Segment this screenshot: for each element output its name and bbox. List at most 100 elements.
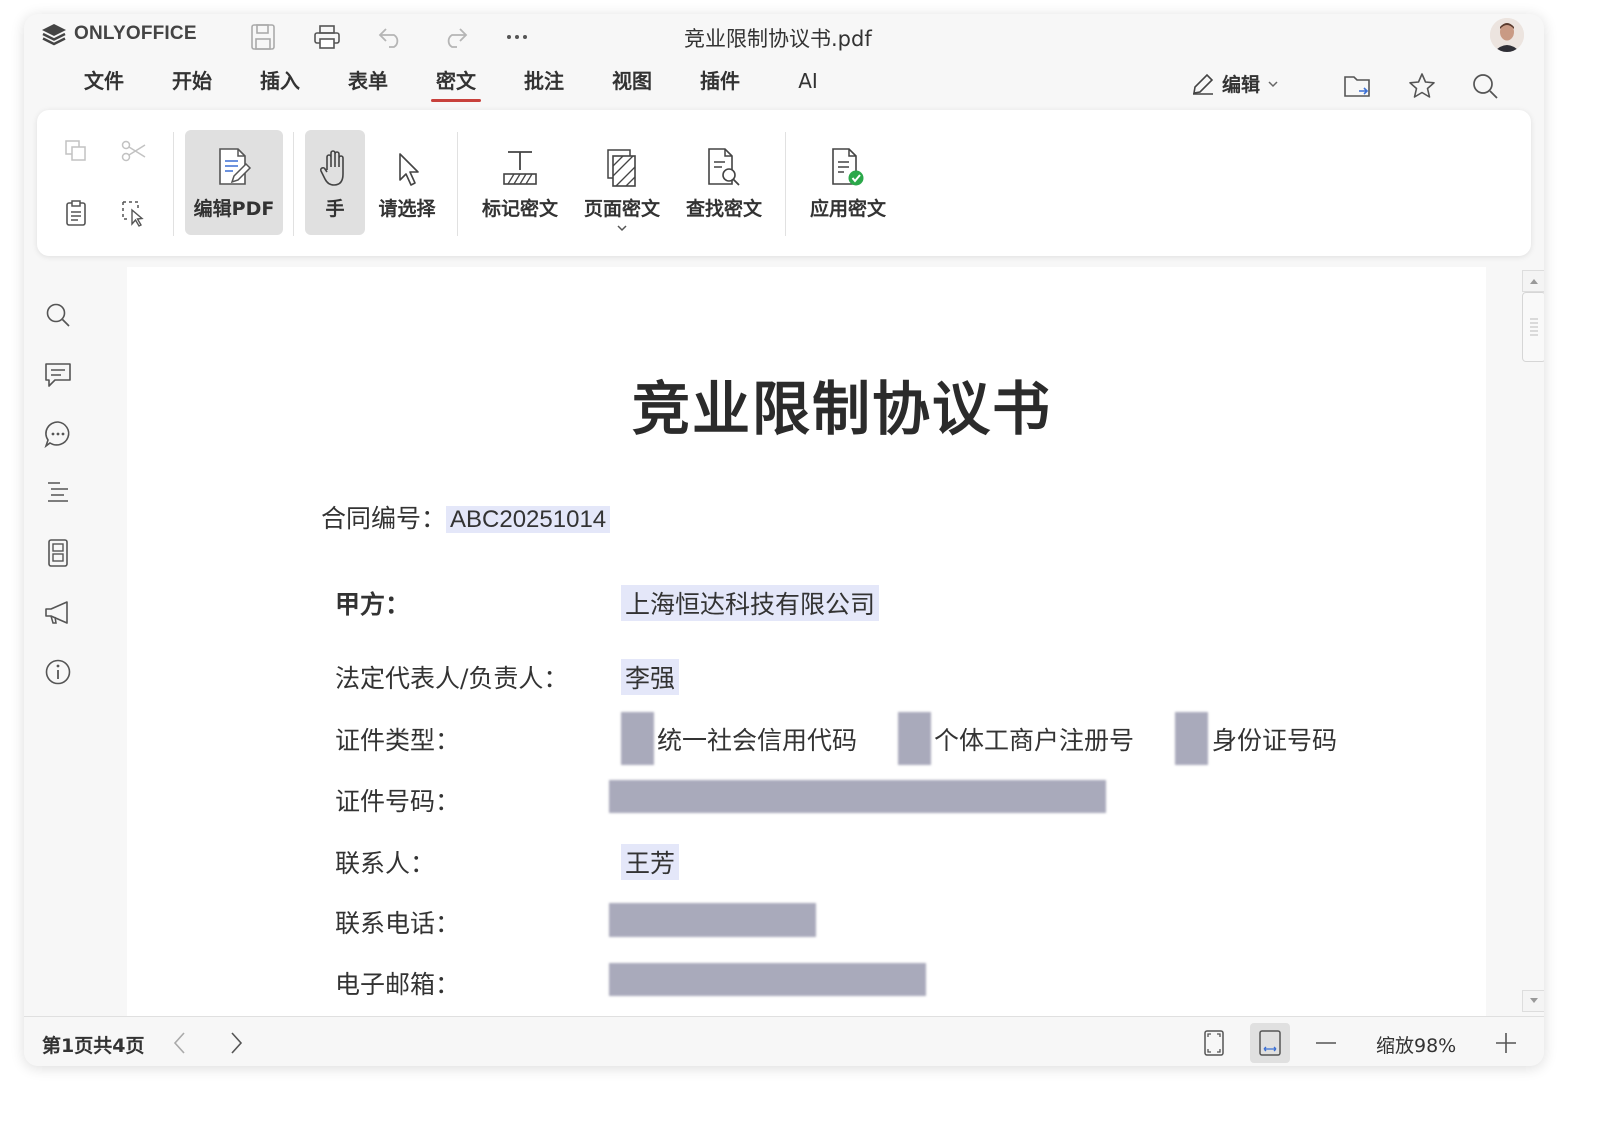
page-redaction-icon — [607, 149, 636, 187]
mark-redaction-icon — [503, 151, 537, 185]
mark-redaction-button[interactable]: 标记密文 — [475, 130, 565, 235]
copy-icon — [65, 140, 86, 161]
logo-layers-icon — [42, 24, 66, 46]
page-redaction-button[interactable]: 页面密文 — [577, 130, 667, 235]
contact-label: 联系人： — [335, 849, 436, 878]
sidebar-thumbnails-button[interactable] — [40, 535, 76, 571]
select-all-button[interactable] — [117, 196, 151, 230]
tab-comment[interactable]: 批注 — [500, 64, 588, 102]
legal-rep-value[interactable]: 李强 — [621, 659, 680, 695]
legal-rep-label: 法定代表人/负责人： — [335, 664, 569, 693]
sidebar-search-button[interactable] — [40, 297, 76, 333]
tab-file[interactable]: 文件 — [60, 64, 148, 102]
select-tool-button[interactable]: 请选择 — [371, 130, 443, 235]
tab-view[interactable]: 视图 — [588, 64, 676, 102]
mark-redaction-label: 标记密文 — [481, 198, 558, 220]
tab-redact[interactable]: 密文 — [412, 64, 500, 102]
edit-pdf-button[interactable]: 编辑PDF — [185, 130, 283, 235]
onlyoffice-logo[interactable]: ONLYOFFICE — [40, 22, 197, 46]
paste-button[interactable] — [59, 196, 93, 230]
pdf-page[interactable]: 竞业限制协议书 合同编号： ABC20251014 甲方： 上海恒达科技有限公司 … — [127, 267, 1486, 1017]
previous-page-button[interactable] — [160, 1023, 200, 1063]
redo-button[interactable] — [438, 20, 472, 54]
party-a-label: 甲方： — [335, 590, 411, 619]
party-a-value[interactable]: 上海恒达科技有限公司 — [621, 585, 880, 621]
search-button[interactable] — [1467, 68, 1503, 104]
chat-icon — [44, 421, 70, 449]
scroll-up-button[interactable] — [1522, 270, 1544, 292]
favorite-button[interactable] — [1404, 68, 1440, 104]
user-avatar-icon — [1490, 18, 1524, 52]
redacted-checkbox[interactable] — [1175, 712, 1208, 765]
tab-ai[interactable]: AI — [764, 64, 852, 102]
chevron-down-icon — [1268, 80, 1278, 87]
redacted-email[interactable] — [609, 963, 926, 996]
contact-value[interactable]: 王芳 — [621, 844, 680, 880]
find-redaction-label: 查找密文 — [685, 198, 762, 220]
contract-number-value[interactable]: ABC20251014 — [446, 506, 611, 533]
id-type-option: 统一社会信用代码 — [657, 726, 858, 755]
sidebar-about-button[interactable] — [40, 654, 76, 690]
redacted-checkbox[interactable] — [898, 712, 931, 765]
open-file-location-button[interactable] — [1340, 68, 1376, 104]
scrollbar-thumb[interactable] — [1522, 292, 1544, 362]
cut-button[interactable] — [117, 134, 151, 168]
scroll-down-button[interactable] — [1522, 990, 1544, 1012]
cursor-icon — [399, 153, 419, 186]
tab-form[interactable]: 表单 — [324, 64, 412, 102]
document-title: 竞业限制协议书.pdf — [684, 27, 872, 51]
info-icon — [45, 659, 71, 685]
select-area-icon — [122, 201, 144, 227]
print-button[interactable] — [310, 20, 344, 54]
copy-button[interactable] — [59, 134, 93, 168]
tab-insert[interactable]: 插入 — [236, 64, 324, 102]
next-page-button[interactable] — [216, 1023, 256, 1063]
tab-plugins[interactable]: 插件 — [676, 64, 764, 102]
status-bar: 第1页共4页 缩放98% — [24, 1016, 1544, 1066]
select-tool-label: 请选择 — [378, 198, 436, 220]
page-indicator: 第1页共4页 — [42, 1035, 145, 1057]
fit-page-button[interactable] — [1194, 1023, 1234, 1063]
contract-number-row: 合同编号： ABC20251014 — [321, 499, 611, 535]
toolbar-separator — [457, 132, 458, 236]
scissors-icon — [121, 140, 146, 162]
sidebar-comments-button[interactable] — [40, 357, 76, 393]
folder-icon — [1344, 76, 1370, 97]
sidebar-headings-button[interactable] — [40, 475, 76, 511]
headings-icon — [48, 482, 68, 502]
redacted-phone[interactable] — [609, 903, 816, 937]
toolbar-separator — [293, 132, 294, 236]
user-avatar[interactable] — [1490, 18, 1524, 52]
chevron-down-icon — [617, 225, 627, 232]
tab-home[interactable]: 开始 — [148, 64, 236, 102]
megaphone-icon — [45, 601, 68, 624]
arrow-up-icon — [1530, 279, 1538, 284]
id-type-label: 证件类型： — [335, 726, 461, 755]
sidebar-chat-button[interactable] — [40, 416, 76, 452]
app-window: ONLYOFFICE 竞业限制协议书.pdf 文件 开始 插入 表单 密文 批注… — [24, 14, 1544, 1066]
more-button[interactable] — [500, 20, 534, 54]
chevron-left-icon — [173, 1032, 185, 1054]
save-button[interactable] — [246, 20, 280, 54]
id-type-option: 身份证号码 — [1212, 726, 1338, 755]
sidebar-feedback-button[interactable] — [40, 594, 76, 630]
contract-number-label: 合同编号： — [321, 504, 447, 533]
redo-icon — [447, 28, 468, 48]
find-redaction-icon — [708, 148, 740, 186]
chevron-right-icon — [231, 1032, 243, 1054]
edit-mode-dropdown[interactable]: 编辑 — [1190, 70, 1280, 97]
redacted-checkbox[interactable] — [621, 712, 654, 765]
find-redaction-button[interactable]: 查找密文 — [679, 130, 769, 235]
main-menu: 文件 开始 插入 表单 密文 批注 视图 插件 AI — [60, 64, 852, 102]
zoom-level[interactable]: 缩放98% — [1376, 1031, 1456, 1058]
zoom-out-button[interactable] — [1306, 1023, 1346, 1063]
redacted-id-number[interactable] — [609, 780, 1106, 813]
hand-tool-button[interactable]: 手 — [305, 130, 365, 235]
apply-redaction-button[interactable]: 应用密文 — [803, 130, 893, 235]
apply-redaction-icon — [832, 148, 864, 186]
zoom-in-button[interactable] — [1486, 1023, 1526, 1063]
star-icon — [1409, 73, 1435, 98]
undo-button[interactable] — [374, 20, 408, 54]
fit-width-button[interactable] — [1250, 1023, 1290, 1063]
redaction-toolbar: 编辑PDF 手 请选择 标记密文 页面密文 查找密文 应用密文 — [37, 110, 1531, 256]
